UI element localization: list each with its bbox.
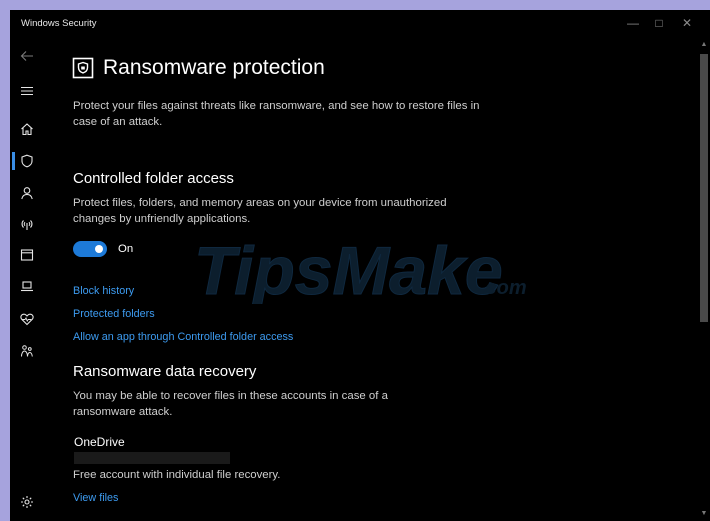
scroll-down-icon[interactable]: ▼ <box>699 509 709 519</box>
controlled-folder-access-heading: Controlled folder access <box>73 170 234 187</box>
browser-window-icon[interactable] <box>17 245 37 265</box>
account-detail: Free account with individual file recove… <box>73 469 281 481</box>
sidebar-nav <box>10 38 48 521</box>
close-button[interactable]: ✕ <box>676 14 698 32</box>
maximize-button[interactable]: □ <box>648 14 670 32</box>
family-icon[interactable] <box>17 341 37 361</box>
tipsmake-watermark-logo: TipsMake .com <box>194 233 527 305</box>
allow-app-link[interactable]: Allow an app through Controlled folder a… <box>73 331 293 343</box>
onedrive-account-name: OneDrive <box>74 435 125 449</box>
ransomware-protection-icon <box>72 57 94 79</box>
controlled-folder-access-toggle[interactable] <box>73 241 107 257</box>
heart-icon[interactable] <box>17 309 37 329</box>
window-title: Windows Security <box>21 18 97 29</box>
active-nav-indicator <box>12 152 15 170</box>
minimize-button[interactable]: — <box>622 14 644 32</box>
scroll-up-icon[interactable]: ▲ <box>699 40 709 50</box>
protected-folders-link[interactable]: Protected folders <box>73 308 155 320</box>
screenshot-frame: Windows Security — □ ✕ Ransomware protec… <box>0 0 710 521</box>
block-history-link[interactable]: Block history <box>73 285 134 297</box>
settings-gear-icon[interactable] <box>17 492 37 512</box>
page-description: Protect your files against threats like … <box>73 100 480 128</box>
app-window: Windows Security — □ ✕ Ransomware protec… <box>10 10 710 521</box>
toggle-knob <box>95 245 103 253</box>
controlled-folder-access-toggle-row: On <box>73 241 133 257</box>
watermark-brand: TipsMake <box>194 233 503 304</box>
shield-icon[interactable] <box>17 151 37 171</box>
title-bar: Windows Security — □ ✕ <box>10 10 710 38</box>
laptop-icon[interactable] <box>17 276 37 296</box>
scroll-thumb[interactable] <box>700 54 708 322</box>
redacted-account-email <box>74 452 230 464</box>
person-icon[interactable] <box>17 183 37 203</box>
vertical-scrollbar[interactable]: ▲ ▼ <box>698 38 710 521</box>
page-title: Ransomware protection <box>103 56 325 79</box>
controlled-folder-access-description: Protect files, folders, and memory areas… <box>73 197 447 225</box>
back-arrow-icon[interactable] <box>17 46 37 66</box>
watermark-suffix: .com <box>480 277 527 299</box>
hamburger-menu-icon[interactable] <box>17 81 37 101</box>
home-icon[interactable] <box>17 119 37 139</box>
page-header: Ransomware protection <box>72 56 325 80</box>
ransomware-recovery-description: You may be able to recover files in thes… <box>73 390 388 418</box>
toggle-state-label: On <box>118 243 134 255</box>
wifi-antenna-icon[interactable] <box>17 214 37 234</box>
ransomware-recovery-heading: Ransomware data recovery <box>73 363 257 380</box>
view-files-link[interactable]: View files <box>73 492 118 504</box>
